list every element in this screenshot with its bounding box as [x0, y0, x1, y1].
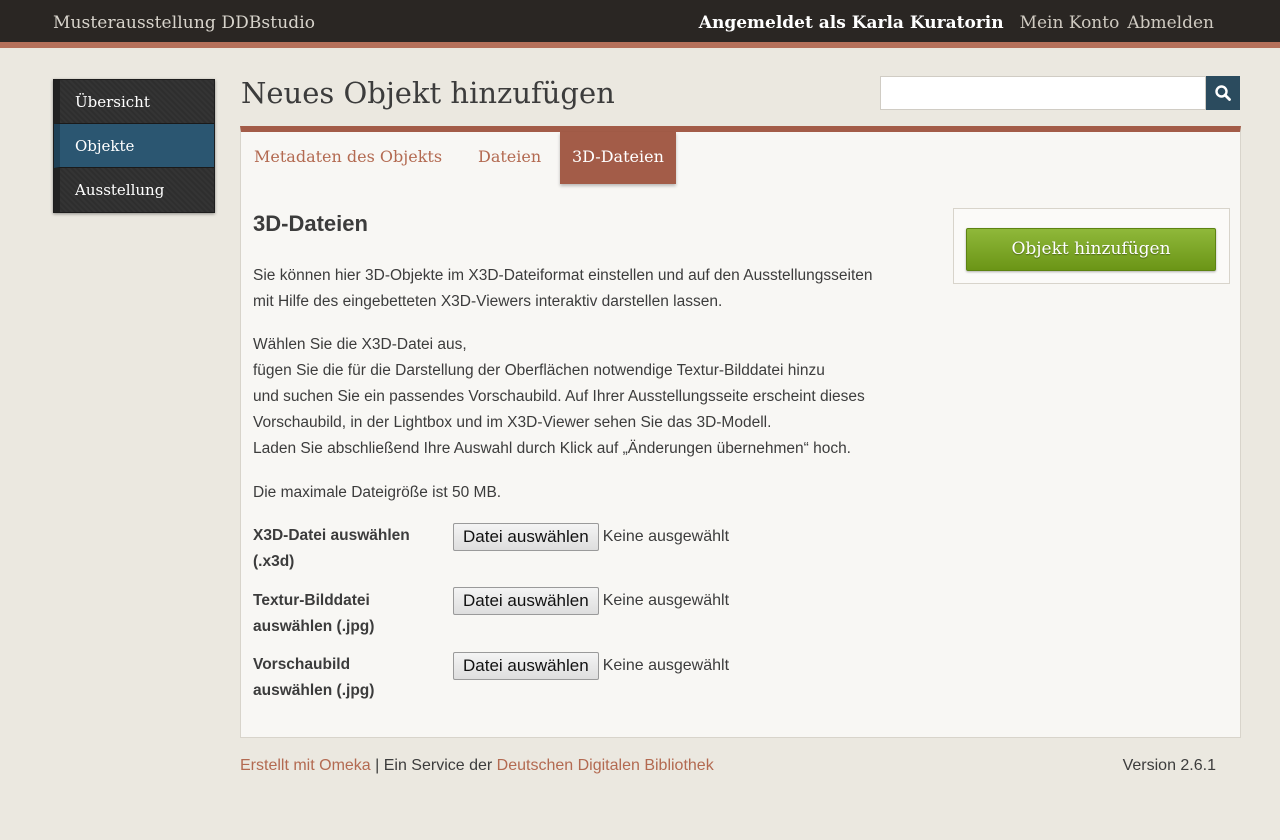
- field-label-line: X3D-Datei auswählen: [253, 527, 410, 544]
- search-button[interactable]: [1206, 76, 1240, 110]
- instruction-text: Wählen Sie die X3D-Datei aus, fügen Sie …: [253, 332, 933, 462]
- search-input[interactable]: [880, 76, 1206, 110]
- footer-separator: | Ein Service der: [370, 757, 497, 774]
- x3d-file-label: X3D-Datei auswählen (.x3d): [253, 523, 443, 575]
- content-panel: Metadaten des Objekts Dateien 3D-Dateien…: [240, 126, 1241, 738]
- ddb-link[interactable]: Deutschen Digitalen Bibliothek: [497, 757, 714, 774]
- field-label-line: auswählen (.jpg): [253, 682, 375, 699]
- my-account-link[interactable]: Mein Konto: [1020, 13, 1120, 33]
- intro-line: Sie können hier 3D-Objekte im X3D-Dateif…: [253, 267, 873, 284]
- save-panel: Objekt hinzufügen: [953, 208, 1230, 284]
- max-size-line: Die maximale Dateigröße ist 50 MB.: [253, 484, 502, 501]
- field-label-line: Textur-Bilddatei: [253, 592, 370, 609]
- sidebar-item-objekte[interactable]: Objekte: [54, 124, 214, 168]
- sidebar-nav: Übersicht Objekte Ausstellung: [53, 79, 215, 213]
- omeka-link[interactable]: Erstellt mit Omeka: [240, 757, 371, 774]
- add-object-button[interactable]: Objekt hinzufügen: [966, 228, 1216, 271]
- preview-file-label: Vorschaubild auswählen (.jpg): [253, 652, 443, 704]
- x3d-file-status: Keine ausgewählt: [602, 528, 730, 545]
- instruction-line: fügen Sie die für die Darstellung der Ob…: [253, 362, 825, 379]
- footer-credits: Erstellt mit Omeka | Ein Service der Deu…: [240, 757, 714, 775]
- max-size-text: Die maximale Dateigröße ist 50 MB.: [253, 480, 933, 506]
- logout-link[interactable]: Abmelden: [1127, 13, 1214, 33]
- preview-file-status: Keine ausgewählt: [602, 657, 730, 674]
- logged-in-user: Angemeldet als Karla Kuratorin: [698, 13, 1004, 33]
- site-title[interactable]: Musterausstellung DDBstudio: [53, 13, 315, 33]
- sidebar-item-uebersicht[interactable]: Übersicht: [54, 80, 214, 124]
- instruction-line: Laden Sie abschließend Ihre Auswahl durc…: [253, 440, 851, 457]
- texture-file-input: Datei auswählen Keine ausgewählt: [453, 587, 729, 615]
- tab-dateien[interactable]: Dateien: [466, 132, 553, 184]
- preview-file-button[interactable]: Datei auswählen: [453, 652, 599, 680]
- preview-file-input: Datei auswählen Keine ausgewählt: [453, 652, 729, 680]
- texture-file-button[interactable]: Datei auswählen: [453, 587, 599, 615]
- intro-line: mit Hilfe des eingebetteten X3D-Viewers …: [253, 293, 723, 310]
- intro-text: Sie können hier 3D-Objekte im X3D-Dateif…: [253, 263, 933, 315]
- user-menu: Angemeldet als Karla Kuratorin Mein Konto…: [699, 13, 1214, 33]
- page-title: Neues Objekt hinzufügen: [241, 76, 615, 110]
- instruction-line: Vorschaubild, in der Lightbox und im X3D…: [253, 414, 772, 431]
- field-label-line: (.x3d): [253, 553, 295, 570]
- x3d-file-input: Datei auswählen Keine ausgewählt: [453, 523, 729, 551]
- texture-file-status: Keine ausgewählt: [602, 592, 730, 609]
- search-icon: [1215, 85, 1231, 101]
- field-label-line: Vorschaubild: [253, 656, 351, 673]
- x3d-file-button[interactable]: Datei auswählen: [453, 523, 599, 551]
- search-form: [880, 76, 1240, 110]
- tab-metadaten[interactable]: Metadaten des Objekts: [242, 132, 454, 184]
- top-bar: Musterausstellung DDBstudio Angemeldet a…: [0, 0, 1280, 48]
- texture-file-label: Textur-Bilddatei auswählen (.jpg): [253, 588, 443, 640]
- instruction-line: Wählen Sie die X3D-Datei aus,: [253, 336, 467, 353]
- instruction-line: und suchen Sie ein passendes Vorschaubil…: [253, 388, 865, 405]
- sidebar-item-ausstellung[interactable]: Ausstellung: [54, 168, 214, 212]
- section-title: 3D-Dateien: [253, 211, 368, 236]
- version-text: Version 2.6.1: [1122, 757, 1216, 774]
- field-label-line: auswählen (.jpg): [253, 618, 375, 635]
- tab-3d-dateien[interactable]: 3D-Dateien: [560, 132, 676, 184]
